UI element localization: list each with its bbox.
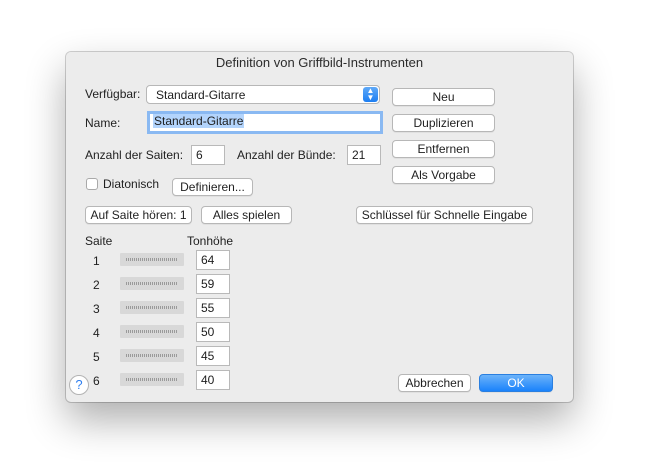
pitch-field[interactable]: 50 (196, 322, 230, 342)
string-number: 1 (93, 254, 100, 268)
pitch-field[interactable]: 55 (196, 298, 230, 318)
strings-count-field[interactable]: 6 (191, 145, 225, 165)
pitch-slider[interactable] (120, 373, 184, 386)
string-number: 6 (93, 374, 100, 388)
pitch-slider[interactable] (120, 325, 184, 338)
define-button[interactable]: Definieren... (172, 178, 253, 196)
duplicate-button[interactable]: Duplizieren (392, 114, 495, 132)
name-field[interactable]: Standard-Gitarre (147, 111, 383, 134)
listen-string-button[interactable]: Auf Saite hören: 1 (85, 206, 192, 224)
available-instrument-select[interactable]: Standard-Gitarre ▲ ▼ (146, 85, 380, 104)
pitch-field[interactable]: 45 (196, 346, 230, 366)
select-arrows-icon: ▲ ▼ (363, 87, 378, 102)
string-number: 3 (93, 302, 100, 316)
pitch-slider[interactable] (120, 349, 184, 362)
string-number: 2 (93, 278, 100, 292)
pitch-slider[interactable] (120, 253, 184, 266)
help-icon[interactable]: ? (69, 375, 89, 395)
pitch-field[interactable]: 40 (196, 370, 230, 390)
cancel-button[interactable]: Abbrechen (398, 374, 471, 392)
name-field-value: Standard-Gitarre (153, 114, 245, 128)
pitch-field[interactable]: 59 (196, 274, 230, 294)
quick-entry-key-button[interactable]: Schlüssel für Schnelle Eingabe (356, 206, 533, 224)
frets-count-field[interactable]: 21 (347, 145, 381, 165)
dialog-title: Definition von Griffbild-Instrumenten (66, 52, 573, 74)
pitch-column-header: Tonhöhe (187, 234, 234, 248)
name-label: Name: (85, 116, 121, 130)
available-instrument-value: Standard-Gitarre (156, 88, 246, 102)
diatonic-label: Diatonisch (103, 177, 160, 191)
set-default-button[interactable]: Als Vorgabe (392, 166, 495, 184)
string-number: 5 (93, 350, 100, 364)
frets-count-label: Anzahl der Bünde: (237, 148, 336, 162)
play-all-button[interactable]: Alles spielen (201, 206, 292, 224)
string-column-header: Saite (85, 234, 113, 248)
strings-count-label: Anzahl der Saiten: (85, 148, 184, 162)
pitch-field[interactable]: 64 (196, 250, 230, 270)
string-number: 4 (93, 326, 100, 340)
available-label: Verfügbar: (85, 87, 141, 101)
pitch-slider[interactable] (120, 277, 184, 290)
diatonic-checkbox[interactable] (86, 178, 98, 190)
ok-button[interactable]: OK (479, 374, 553, 392)
pitch-slider[interactable] (120, 301, 184, 314)
new-button[interactable]: Neu (392, 88, 495, 106)
remove-button[interactable]: Entfernen (392, 140, 495, 158)
instrument-definition-dialog: Definition von Griffbild-Instrumenten Ve… (66, 52, 573, 402)
